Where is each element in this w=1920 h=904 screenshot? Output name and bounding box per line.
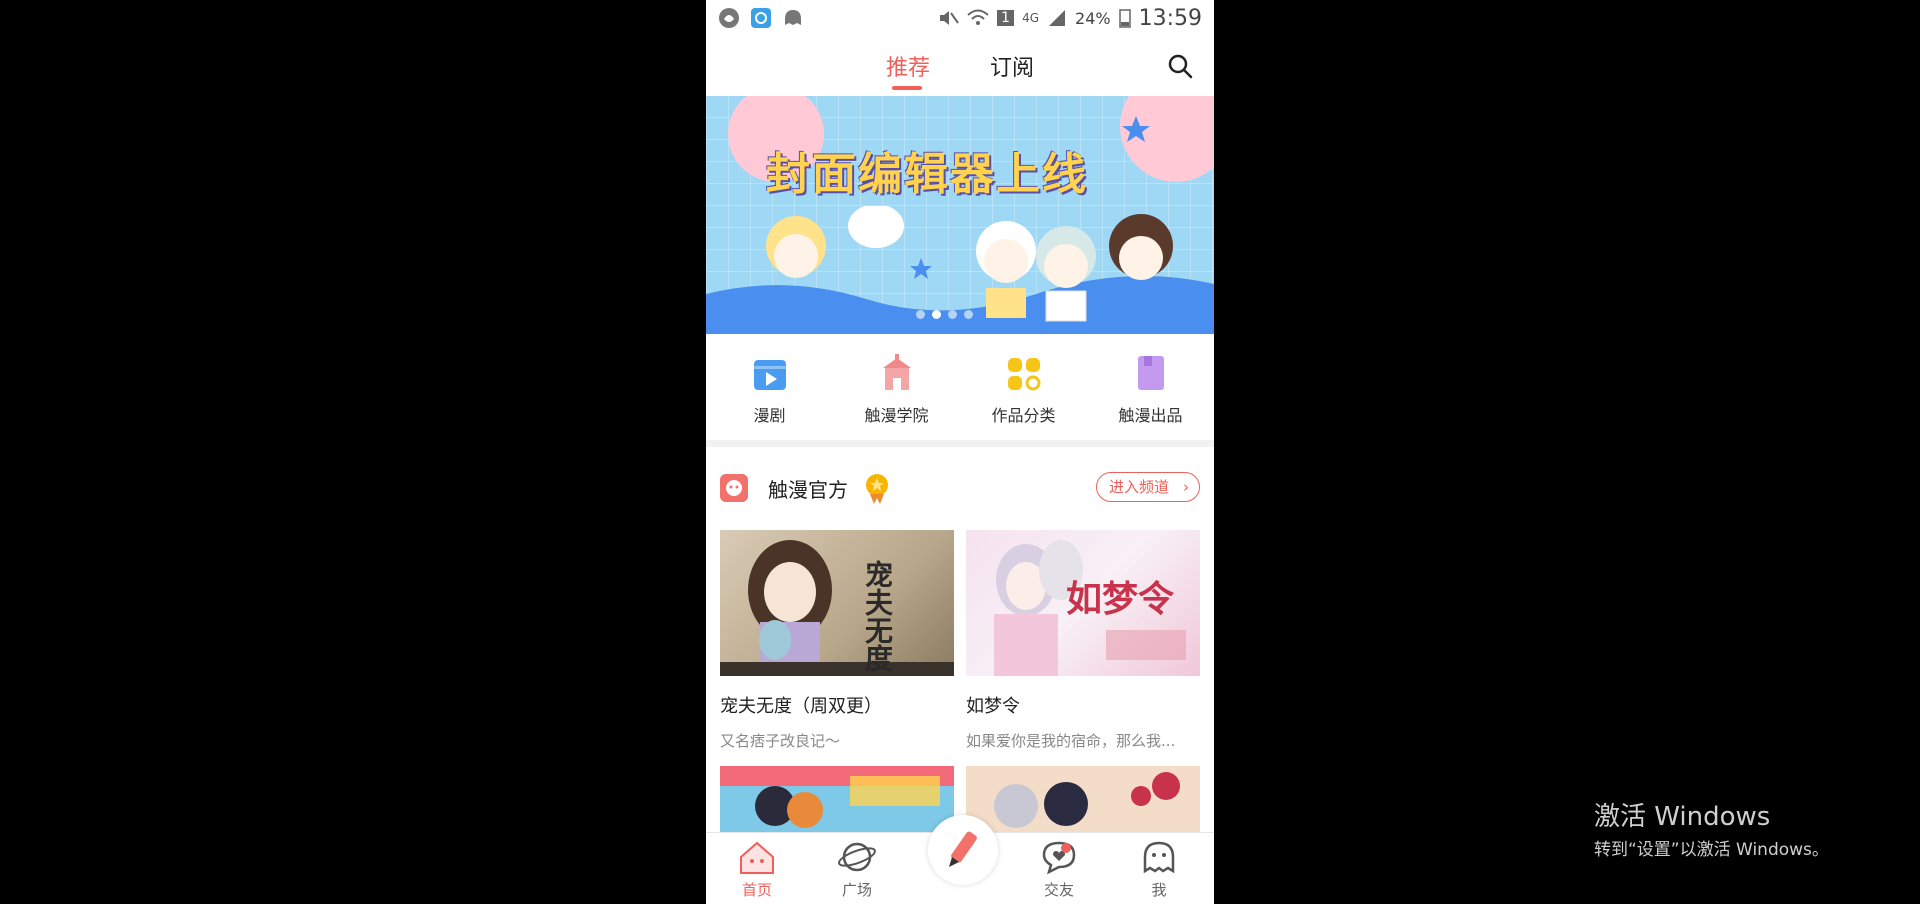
profile-ghost-icon [1143, 841, 1175, 874]
windows-activation-watermark: 激活 Windows 转到“设置”以激活 Windows。 [1594, 796, 1829, 860]
comic-card[interactable]: 如梦令 如梦令 如果爱你是我的宿命，那么我... [966, 530, 1200, 751]
chat-notification-icon [785, 10, 801, 25]
quick-menu-academy[interactable]: 触漫学院 [837, 354, 957, 426]
sync-notification-icon [751, 8, 771, 28]
video-icon [753, 360, 786, 390]
section-title: 触漫官方 [768, 478, 848, 502]
cover-title-text: 如梦令 [1066, 578, 1175, 620]
quick-menu-productions[interactable]: 触漫出品 [1091, 354, 1211, 426]
pagination-dot[interactable] [916, 310, 925, 319]
watermark-title: 激活 Windows [1594, 802, 1771, 832]
comic-cover: 宠夫无度 [720, 530, 954, 676]
award-badge-icon [866, 474, 888, 504]
mute-icon [940, 11, 959, 25]
enter-channel-button[interactable]: 进入频道 › [1096, 472, 1200, 502]
comic-subtitle: 如果爱你是我的宿命，那么我... [966, 732, 1176, 750]
comic-card[interactable]: 宠夫无度 宠夫无度（周双更） 又名痞子改良记～ [720, 530, 954, 751]
battery-percent: 24% [1075, 8, 1111, 28]
nav-label: 我 [1151, 881, 1167, 899]
top-tab-bar: 推荐 订阅 [706, 36, 1214, 97]
nav-label: 广场 [841, 881, 872, 899]
comic-card-partial[interactable] [966, 766, 1200, 832]
quick-menu-label: 漫剧 [753, 406, 786, 425]
quick-menu-drama[interactable]: 漫剧 [710, 354, 830, 426]
comic-title: 如梦令 [966, 696, 1020, 717]
cover-title-text: 宠夫无度 [861, 560, 894, 672]
battery-icon [1118, 9, 1131, 28]
pagination-dot[interactable] [948, 310, 957, 319]
promo-banner[interactable]: 封面编辑器上线 [706, 96, 1214, 334]
watermark-subtitle: 转到“设置”以激活 Windows。 [1594, 840, 1829, 860]
tab-recommend[interactable]: 推荐 [886, 50, 930, 82]
bottom-nav-bar: 首页 广场 交友 我 [706, 815, 1214, 904]
pagination-dot[interactable] [964, 310, 973, 319]
nav-square[interactable]: 广场 [822, 839, 892, 900]
tab-subscribe[interactable]: 订阅 [990, 50, 1034, 82]
wifi-icon [967, 9, 989, 25]
nav-label: 首页 [741, 881, 772, 899]
create-button[interactable] [928, 815, 998, 885]
comic-card-partial[interactable] [720, 766, 954, 832]
comic-subtitle: 又名痞子改良记～ [720, 732, 841, 750]
nav-friends[interactable]: 交友 [1024, 839, 1094, 900]
nav-label: 交友 [1043, 881, 1074, 899]
banner-pagination [916, 310, 973, 319]
notification-dot [1061, 843, 1071, 853]
comic-cover: 如梦令 [966, 530, 1200, 676]
clock: 13:59 [1138, 5, 1202, 31]
chat-heart-icon [1042, 841, 1076, 875]
pencil-icon [949, 831, 977, 867]
quick-menu-label: 作品分类 [991, 406, 1056, 425]
app-notification-icon [719, 8, 739, 28]
academy-icon [882, 354, 911, 390]
pagination-dot-active[interactable] [932, 310, 941, 319]
cover-illustration [966, 766, 1200, 832]
cover-illustration [720, 540, 954, 676]
home-icon [740, 841, 774, 874]
chevron-right-icon: › [1183, 478, 1189, 496]
quick-menu-category[interactable]: 作品分类 [964, 354, 1084, 426]
official-logo-icon [720, 474, 748, 502]
cover-illustration [720, 766, 954, 832]
section-divider [706, 440, 1214, 447]
quick-menu-label: 触漫学院 [864, 406, 929, 425]
phone-screen: 1 4G 24% 13:59 推荐 订阅 封面编辑器上线 漫剧 触漫学院 作品分… [706, 0, 1214, 904]
active-tab-indicator [892, 86, 922, 90]
nav-me[interactable]: 我 [1124, 839, 1194, 900]
nav-home[interactable]: 首页 [722, 839, 792, 900]
network-type: 4G [1022, 11, 1040, 25]
quick-menu-label: 触漫出品 [1118, 406, 1183, 425]
planet-icon [838, 842, 876, 872]
sim-indicator: 1 [997, 10, 1015, 26]
quick-menu: 漫剧 触漫学院 作品分类 触漫出品 [706, 334, 1214, 440]
banner-title: 封面编辑器上线 [766, 149, 1088, 200]
enter-channel-label: 进入频道 [1109, 478, 1170, 496]
search-icon[interactable] [1166, 52, 1194, 80]
book-icon [1137, 356, 1164, 390]
comic-title: 宠夫无度（周双更） [720, 696, 882, 717]
category-icon [1007, 358, 1040, 391]
official-section-header: 触漫官方 进入频道 › [720, 468, 1200, 508]
signal-icon [1049, 10, 1066, 26]
status-bar: 1 4G 24% 13:59 [706, 0, 1214, 36]
